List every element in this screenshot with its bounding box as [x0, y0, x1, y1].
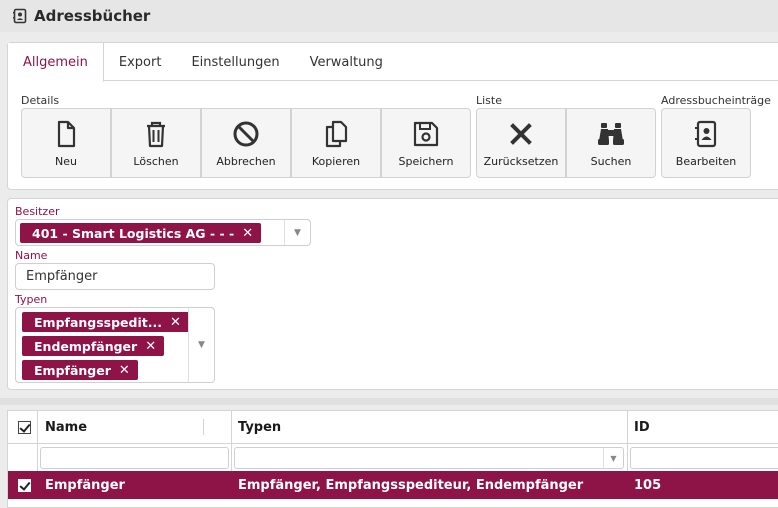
ban-icon: [233, 121, 259, 147]
search-button-label: Suchen: [590, 155, 632, 168]
save-button-label: Speichern: [398, 155, 454, 168]
remove-owner-icon[interactable]: ✕: [242, 226, 253, 241]
type-chip-label: Empfänger: [34, 362, 111, 378]
owner-chip: 401 - Smart Logistics AG - - - ✕: [20, 223, 262, 243]
tab-einstellungen[interactable]: Einstellungen: [176, 43, 294, 81]
row-types: Empfänger, Empfangsspediteur, Endempfäng…: [238, 477, 584, 493]
tab-allgemein[interactable]: Allgemein: [8, 43, 104, 82]
row-id: 105: [634, 477, 662, 493]
cancel-button-label: Abbrechen: [216, 155, 276, 168]
new-button-label: Neu: [55, 155, 77, 168]
group-label-details: Details: [21, 94, 60, 107]
copy-icon: [325, 120, 348, 148]
chevron-down-icon[interactable]: ▼: [284, 220, 310, 245]
column-header-types[interactable]: Typen: [238, 411, 281, 443]
remove-type-icon[interactable]: ✕: [170, 315, 181, 330]
group-label-liste: Liste: [476, 94, 502, 107]
cancel-button[interactable]: Abbrechen: [201, 108, 291, 178]
types-label: Typen: [15, 293, 48, 306]
address-book-icon: [695, 120, 717, 148]
delete-button-label: Löschen: [133, 155, 179, 168]
delete-button[interactable]: Löschen: [111, 108, 201, 178]
name-filter-input[interactable]: [40, 447, 229, 469]
owner-select[interactable]: 401 - Smart Logistics AG - - - ✕ ▼: [15, 219, 311, 246]
new-document-icon: [57, 120, 76, 148]
owner-label: Besitzer: [15, 205, 60, 218]
id-filter-input[interactable]: [630, 447, 778, 469]
name-label: Name: [15, 249, 48, 262]
form-panel: Besitzer 401 - Smart Logistics AG - - - …: [7, 198, 778, 390]
row-checkbox[interactable]: [18, 471, 31, 499]
results-grid: Name Typen ID ▼ Empfänger Empfänger, Emp…: [7, 410, 778, 508]
floppy-disk-icon: [413, 121, 439, 147]
edit-button-label: Bearbeiten: [675, 155, 737, 168]
title-bar: Adressbücher: [0, 0, 778, 32]
owner-chip-label: 401 - Smart Logistics AG - - -: [32, 225, 235, 241]
column-header-id[interactable]: ID: [634, 411, 650, 443]
chevron-down-icon[interactable]: ▼: [603, 448, 623, 468]
search-button[interactable]: Suchen: [566, 108, 656, 178]
window-title: Adressbücher: [34, 7, 151, 25]
types-filter-select[interactable]: ▼: [234, 447, 624, 469]
close-icon: [510, 123, 532, 145]
tab-verwaltung[interactable]: Verwaltung: [295, 43, 398, 81]
tab-export[interactable]: Export: [104, 43, 177, 81]
types-select[interactable]: Empfangsspedit... ✕ Endempfänger ✕ Empfä…: [15, 307, 215, 383]
type-chip-label: Empfangsspedit...: [34, 314, 162, 330]
splitter[interactable]: [0, 398, 778, 405]
new-button[interactable]: Neu: [21, 108, 111, 178]
copy-button-label: Kopieren: [311, 155, 361, 168]
trash-icon: [147, 121, 165, 148]
toolbar-panel: Allgemein Export Einstellungen Verwaltun…: [7, 42, 778, 190]
type-chip-label: Endempfänger: [34, 338, 138, 354]
reset-button[interactable]: Zurücksetzen: [476, 108, 566, 178]
row-name: Empfänger: [45, 477, 125, 493]
name-input[interactable]: Empfänger: [15, 263, 215, 290]
save-button[interactable]: Speichern: [381, 108, 471, 178]
binoculars-icon: [598, 123, 624, 145]
reset-button-label: Zurücksetzen: [483, 155, 559, 168]
copy-button[interactable]: Kopieren: [291, 108, 381, 178]
chevron-down-icon[interactable]: ▼: [188, 308, 214, 382]
remove-type-icon[interactable]: ✕: [145, 339, 156, 354]
type-chip: Empfangsspedit... ✕: [22, 312, 189, 332]
edit-button[interactable]: Bearbeiten: [661, 108, 751, 178]
address-book-icon: [13, 8, 27, 24]
type-chip: Empfänger ✕: [22, 360, 138, 380]
type-chip: Endempfänger ✕: [22, 336, 165, 356]
remove-type-icon[interactable]: ✕: [119, 363, 130, 378]
table-row[interactable]: Empfänger Empfänger, Empfangsspediteur, …: [8, 471, 778, 499]
select-all-checkbox[interactable]: [18, 411, 31, 443]
column-header-name[interactable]: Name: [45, 411, 87, 443]
group-label-adressbucheintraege: Adressbucheinträge: [661, 94, 771, 107]
tab-bar: Allgemein Export Einstellungen Verwaltun…: [8, 43, 778, 82]
